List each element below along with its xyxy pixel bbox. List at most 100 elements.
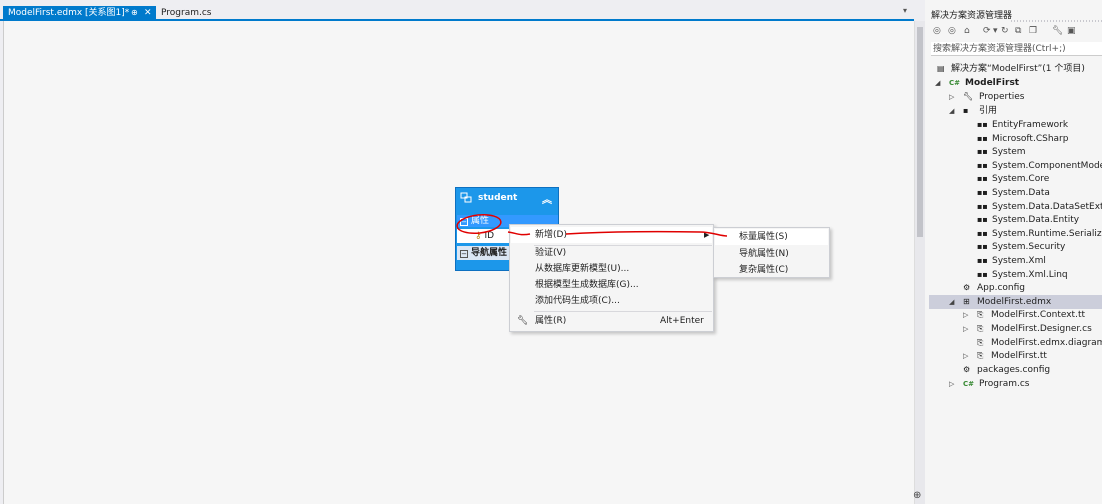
collapsed-icon[interactable]: ▷ [963,308,968,322]
solution-explorer-toolbar: ◎ ◎ ⌂ ⟳ ▾ ↻ ⧉ ❐ 🔧︎ ▣ [931,24,1102,40]
menu-item-label: 从数据库更新模型(U)... [535,264,630,274]
properties-icon[interactable]: 🔧︎ [1052,26,1063,36]
close-icon[interactable]: ✕ [144,6,152,20]
csharp-project-icon: C# [949,79,961,87]
search-input[interactable]: 搜索解决方案资源管理器(Ctrl+;) [931,42,1102,56]
file-icon: ⎘ [977,338,984,347]
tab-modelfirst-edmx[interactable]: ModelFirst.edmx [关系图1]* ⊕ ✕ [3,6,156,20]
edmx-file-icon: ⊞ [963,297,970,306]
menu-item-label: 根据模型生成数据库(G)... [535,280,639,290]
vertical-scrollbar[interactable] [914,21,925,504]
tree-node-label: System.Xml.Linq [992,270,1068,280]
tree-node-label: System.Security [992,242,1066,252]
refresh-icon[interactable]: ↻ [1001,26,1009,36]
expanded-icon[interactable]: ◢ [949,104,954,118]
tree-node-label: App.config [977,283,1025,293]
tree-node-label: System.Xml [992,256,1046,266]
context-menu: 新增(D) ▶ 验证(V) 从数据库更新模型(U)... 根据模型生成数据库(G… [509,224,714,332]
tree-node-label: System.ComponentModel. [992,161,1102,171]
submenu-arrow-icon: ▶ [704,231,710,239]
tree-node-label: ModelFirst.edmx.diagram [991,338,1102,348]
home-icon[interactable]: ⌂ [964,26,970,36]
config-file-icon: ⚙ [963,283,971,292]
tree-node-label: ModelFirst [965,78,1020,88]
menu-item-label: 标量属性(S) [739,232,788,242]
reference-icon: ▪▪ [977,161,988,170]
collapsed-icon[interactable]: ▷ [963,349,968,363]
menu-item-label: 新增(D) [535,230,567,240]
tab-label: ModelFirst.edmx [关系图1]* [8,8,130,18]
tt-file-icon: ⎘ [977,351,984,360]
zoom-icon[interactable]: ⊕ [913,490,921,501]
menu-item-validate[interactable]: 验证(V) [511,245,712,261]
tree-node-label: System [992,147,1026,157]
tree-node-label: ModelFirst.tt [991,351,1047,361]
tab-program-cs[interactable]: Program.cs [156,6,211,20]
tab-dropdown-icon[interactable]: ▾ [903,6,907,15]
tree-node-label: Properties [979,92,1025,102]
menu-item-label: 添加代码生成项(C)... [535,296,620,306]
add-submenu: 标量属性(S) 导航属性(N) 复杂属性(C) [713,227,830,278]
collapsed-icon[interactable]: ▷ [949,90,954,104]
reference-icon: ▪▪ [977,202,988,211]
pin-icon[interactable]: ⊕ [131,6,138,20]
scrollbar-thumb[interactable] [917,27,923,237]
collapse-all-icon[interactable]: ⧉ [1015,26,1021,36]
document-tab-strip: ModelFirst.edmx [关系图1]* ⊕ ✕ Program.cs ▾ [0,0,914,21]
menu-item-add-codegen[interactable]: 添加代码生成项(C)... [511,293,712,309]
tree-node-label: Microsoft.CSharp [992,134,1069,144]
solution-icon: ▤ [937,64,945,73]
entity-header[interactable]: student ︽ [456,188,558,210]
preview-icon[interactable]: ▣ [1067,26,1076,36]
expanded-icon[interactable]: ◢ [949,295,954,309]
submenu-item-complex-property[interactable]: 复杂属性(C) [715,262,828,278]
tree-node-edmx[interactable]: ◢ ⊞ ModelFirst.edmx [929,295,1102,309]
tab-label: Program.cs [161,8,212,18]
show-all-files-icon[interactable]: ❐ [1029,26,1037,36]
tree-node-label: 引用 [979,106,998,116]
menu-item-properties[interactable]: 🔧︎ 属性(R) Alt+Enter [511,313,712,329]
expanded-icon[interactable]: ◢ [935,76,940,90]
menu-item-update-from-db[interactable]: 从数据库更新模型(U)... [511,261,712,277]
collapsed-icon[interactable]: ▷ [949,377,954,391]
collapse-minus-icon[interactable]: − [460,250,468,258]
tree-node-label: ModelFirst.Designer.cs [991,324,1092,334]
tt-file-icon: ⎘ [977,324,984,333]
collapsed-icon[interactable]: ▷ [963,322,968,336]
reference-icon: ▪▪ [977,134,988,143]
menu-item-add[interactable]: 新增(D) ▶ [511,227,712,243]
menu-item-generate-db[interactable]: 根据模型生成数据库(G)... [511,277,712,293]
sync-icon[interactable]: ⟳ [983,26,991,36]
reference-icon: ▪▪ [977,229,988,238]
submenu-item-scalar-property[interactable]: 标量属性(S) [715,229,828,245]
forward-icon[interactable]: ◎ [948,26,956,36]
solution-tree: ▤ 解决方案“ModelFirst”(1 个项目) ◢ C# ModelFirs… [925,60,1102,400]
reference-icon: ▪▪ [977,147,988,156]
tree-node-label: System.Core [992,174,1050,184]
reference-icon: ▪▪ [977,256,988,265]
reference-icon: ▪▪ [977,188,988,197]
entity-icon [460,192,472,203]
tree-node-label: Program.cs [979,379,1030,389]
reference-icon: ▪▪ [977,242,988,251]
wrench-icon: 🔧︎ [517,316,529,326]
reference-icon: ▪▪ [977,120,988,129]
tree-node-label: System.Data [992,188,1050,198]
navigation-header-label: 导航属性 [471,248,508,258]
key-icon: ⚷ [475,231,482,241]
submenu-item-navigation-property[interactable]: 导航属性(N) [715,246,828,262]
csharp-file-icon: C# [963,380,975,388]
menu-item-label: 属性(R) [535,316,567,326]
back-icon[interactable]: ◎ [933,26,941,36]
tree-node-label: System.Data.DataSetExtens [992,202,1102,212]
reference-icon: ▪▪ [977,270,988,279]
tree-node-label: ModelFirst.edmx [977,297,1052,307]
collapse-icon[interactable]: ︽ [542,191,552,206]
property-name: ID [484,231,495,241]
reference-icon: ▪▪ [977,215,988,224]
menu-item-shortcut: Alt+Enter [660,316,704,326]
dropdown-icon[interactable]: ▾ [993,26,998,36]
menu-item-label: 导航属性(N) [739,249,789,259]
collapse-minus-icon[interactable]: − [460,218,468,226]
tree-node-label: EntityFramework [992,120,1069,130]
